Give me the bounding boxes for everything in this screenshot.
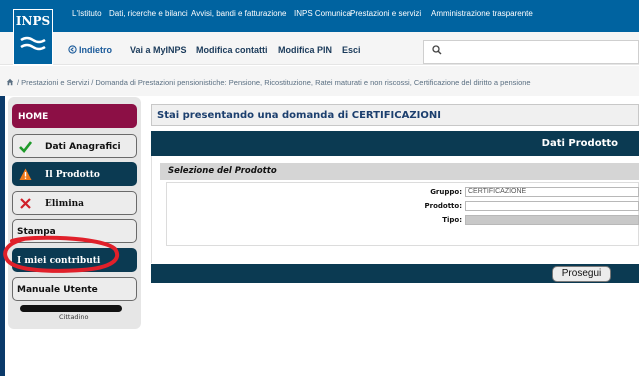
sidebar-item-il-prodotto[interactable]: Il Prodotto <box>12 162 137 186</box>
product-header: Dati Prodotto <box>541 138 618 149</box>
checkmark-icon <box>19 141 32 153</box>
sidebar-item-label: HOME <box>18 112 49 122</box>
sidebar-item-label: Dati Anagrafici <box>45 142 121 152</box>
top-link-comunica[interactable]: INPS Comunica <box>294 9 351 18</box>
sidebar-item-label: Elimina <box>45 199 85 209</box>
user-role: Cittadino <box>59 313 89 321</box>
inps-logo[interactable]: INPS <box>13 9 53 65</box>
prodotto-field[interactable] <box>465 201 639 211</box>
redacted-user-name <box>20 305 122 312</box>
indietro-link[interactable]: Indietro <box>79 45 112 55</box>
top-link-trasparente[interactable]: Amministrazione trasparente <box>431 9 533 18</box>
sidebar-item-elimina[interactable]: Elimina <box>12 191 137 215</box>
search-input[interactable] <box>423 40 639 64</box>
page-title: Stai presentando una domanda di CERTIFIC… <box>157 110 441 121</box>
sidebar-item-manuale-utente[interactable]: Manuale Utente <box>12 277 137 301</box>
home-icon[interactable] <box>6 78 14 86</box>
top-link-dati[interactable]: Dati, ricerche e bilanci <box>109 9 188 18</box>
modifica-pin-link[interactable]: Modifica PIN <box>278 45 332 55</box>
top-link-prestazioni[interactable]: Prestazioni e servizi <box>350 9 421 18</box>
warning-icon <box>19 168 32 180</box>
esci-link[interactable]: Esci <box>342 45 361 55</box>
sidebar-item-home[interactable]: HOME <box>12 104 137 128</box>
annotation-circle <box>3 235 120 273</box>
logo-text: INPS <box>15 14 51 28</box>
modifica-contatti-link[interactable]: Modifica contatti <box>196 45 268 55</box>
prodotto-label: Prodotto: <box>424 202 462 210</box>
tipo-field <box>465 215 639 225</box>
delete-x-icon <box>20 198 31 209</box>
myinps-link[interactable]: Vai a MyINPS <box>130 45 187 55</box>
breadcrumb-text: / Prestazioni e Servizi / Domanda di Pre… <box>17 78 531 87</box>
selection-header: Selezione del Prodotto <box>168 166 277 176</box>
gruppo-field[interactable]: CERTIFICAZIONE <box>465 187 639 197</box>
selection-header-bar: Selezione del Prodotto <box>160 163 639 180</box>
search-icon[interactable] <box>432 45 442 55</box>
sidebar-item-dati-anagrafici[interactable]: Dati Anagrafici <box>12 134 137 158</box>
back-arrow-icon[interactable] <box>68 45 77 54</box>
page-title-bar: Stai presentando una domanda di CERTIFIC… <box>151 104 639 126</box>
top-link-istituto[interactable]: L'Istituto <box>72 9 102 18</box>
top-link-avvisi[interactable]: Avvisi, bandi e fatturazione <box>191 9 286 18</box>
prosegui-button[interactable]: Prosegui <box>552 266 611 282</box>
product-header-bar: Dati Prodotto <box>151 131 639 156</box>
sidebar-item-label: Il Prodotto <box>45 170 100 180</box>
tipo-label: Tipo: <box>442 216 462 224</box>
logo-wave-icon <box>20 36 46 51</box>
gruppo-label: Gruppo: <box>430 188 462 196</box>
sidebar-item-label: Manuale Utente <box>17 285 98 295</box>
